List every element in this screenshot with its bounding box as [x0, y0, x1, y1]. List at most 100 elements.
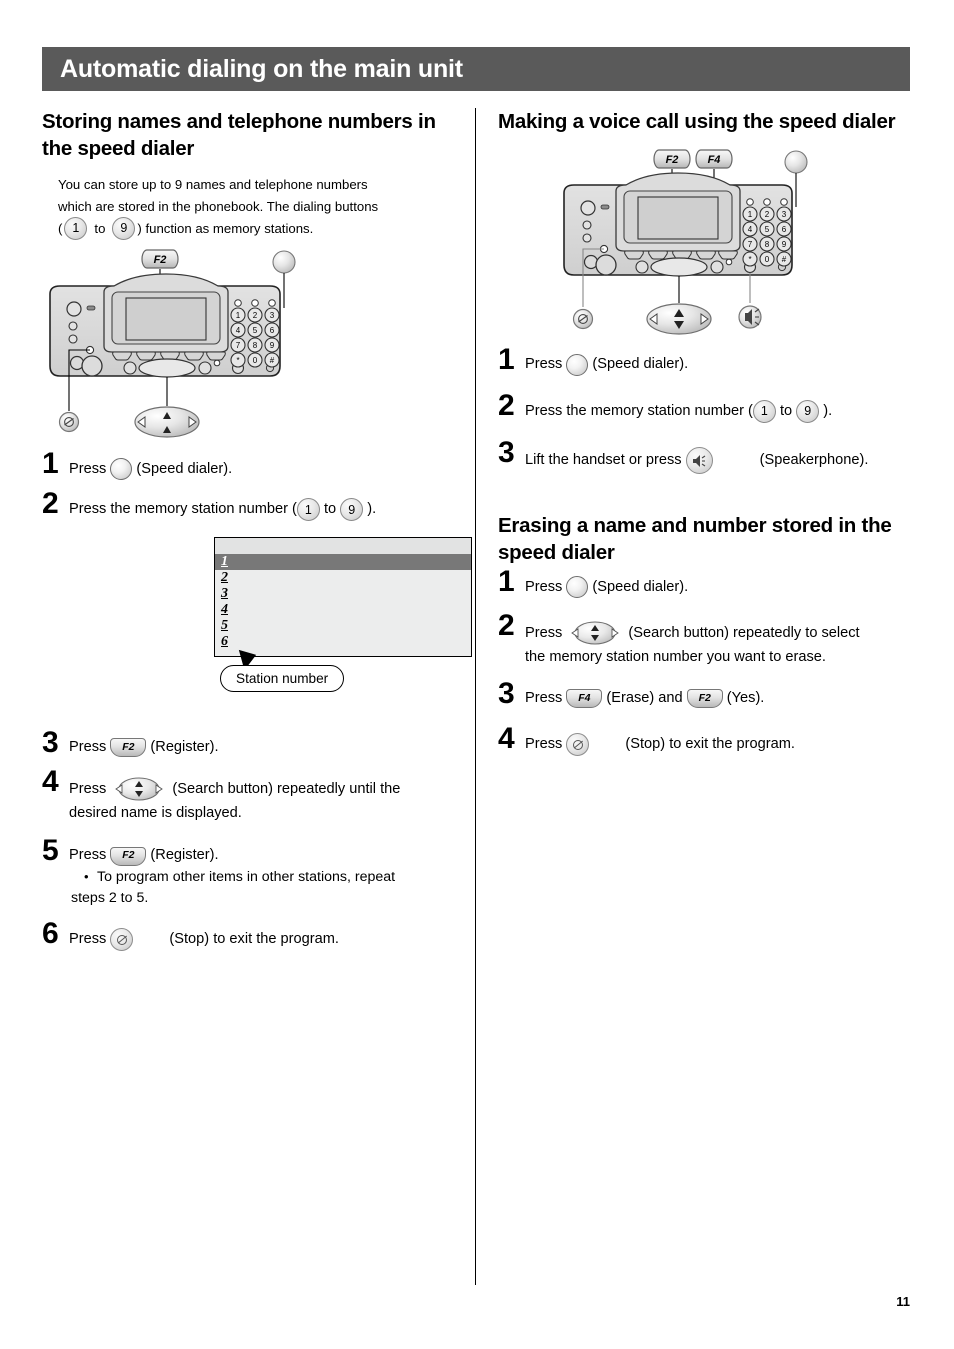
left-step-5-note-line2: steps 2 to 5. — [71, 889, 149, 906]
left-step-2-mid: to — [319, 501, 341, 518]
right-s2-step-4-post: (Stop) to exit the program. — [621, 736, 795, 753]
indicator-lamp-2 — [68, 334, 78, 344]
right-s2-step-1: 1 Press (Speed dialer). — [498, 567, 918, 599]
left-step-5: 5 Press F2 (Register). To program other … — [42, 836, 462, 908]
right-section2-heading: Erasing a name and number stored in the … — [498, 514, 892, 565]
svg-text:5: 5 — [253, 326, 258, 335]
dial-key-1-icon: 1 — [64, 217, 88, 241]
svg-text:2: 2 — [253, 311, 258, 320]
left-step-5-pre: Press — [69, 847, 111, 864]
stop-key-icon — [110, 928, 134, 952]
fax-machine-figure-left: F2 1 2 3 4 5 6 7 8 9 * 0 # — [42, 246, 462, 456]
left-step-5-post: (Register). — [146, 847, 219, 864]
svg-text:F2: F2 — [666, 154, 679, 166]
numeric-keypad: 1 2 3 4 5 6 7 8 9 * 0 # — [230, 299, 280, 368]
figure-search-callout — [646, 303, 712, 335]
right-s2-step-3-mid: (Erase) and — [602, 690, 687, 707]
right-s2-step-3: 3 Press F4 (Erase) and F2 (Yes). — [498, 679, 918, 709]
column-divider — [475, 108, 476, 1285]
left-step-4-number: 4 — [42, 765, 59, 799]
svg-text:6: 6 — [782, 225, 787, 234]
intro-paragraph: You can store up to 9 names and telephon… — [58, 174, 450, 241]
svg-text:9: 9 — [782, 240, 787, 249]
left-step-2-number: 2 — [42, 487, 59, 521]
svg-text:4: 4 — [748, 225, 753, 234]
body-button-right — [198, 361, 212, 375]
figure-key-f4-callout: F4 — [695, 149, 733, 169]
right-s1-step-1-body: Press (Speed dialer). — [525, 352, 918, 377]
lcd-row-3: 3 — [215, 586, 471, 602]
numeric-keypad: 1 2 3 4 5 6 7 8 9 * 0 # — [742, 198, 792, 267]
left-step-4-cont: desired name is displayed. — [69, 805, 242, 822]
left-step-3-body: Press F2 (Register). — [69, 735, 462, 758]
right-s1-step-2: 2 Press the memory station number ( 1 to… — [498, 391, 918, 424]
lcd-screen — [637, 196, 719, 240]
right-s2-step-2-cont: the memory station number you want to er… — [525, 649, 826, 666]
lcd-row-2-number: 2 — [221, 570, 228, 586]
left-step-1: 1 Press (Speed dialer). — [42, 449, 462, 481]
right-s2-step-1-post: (Speed dialer). — [588, 578, 689, 595]
lcd-row-6-number: 6 — [221, 634, 228, 650]
body-button-left — [635, 260, 649, 274]
right-s2-step-3-post: (Yes). — [722, 690, 765, 707]
station-number-callout: Station number — [220, 665, 345, 693]
svg-text:0: 0 — [765, 255, 770, 264]
left-step-2-body: Press the memory station number ( 1 to 9… — [69, 496, 462, 522]
dial-key-9-icon: 9 — [796, 400, 820, 424]
intro-paren-close: ) function as memory stations. — [137, 220, 314, 236]
svg-text:7: 7 — [236, 341, 241, 350]
left-step-6-number: 6 — [42, 917, 59, 951]
svg-text:#: # — [782, 255, 787, 264]
svg-text:2: 2 — [765, 210, 770, 219]
lcd-row-5-number: 5 — [221, 618, 228, 634]
left-step-3: 3 Press F2 (Register). — [42, 728, 462, 758]
f4-key-icon: F4 — [566, 689, 603, 709]
speakerphone-key-icon — [685, 447, 713, 475]
nav-oval-on-body — [138, 358, 196, 378]
right-s1-step-3-pre: Lift the handset or press — [525, 451, 686, 468]
body-lamp-right — [213, 359, 221, 367]
figure-search-callout — [134, 406, 200, 438]
left-section-heading: Storing names and telephone numbers in t… — [42, 110, 436, 161]
right-s2-step-2-post: (Search button) repeatedly to select — [624, 624, 860, 641]
right-s2-step-2-body: Press (Search button) repeatedly to sele… — [525, 618, 918, 668]
indicator-bar — [600, 204, 610, 210]
body-button-left — [123, 361, 137, 375]
svg-text:5: 5 — [765, 225, 770, 234]
body-lamp-right — [725, 258, 733, 266]
right-s1-step-1-number: 1 — [498, 343, 515, 377]
speed-dialer-key-icon — [110, 458, 133, 481]
right-s2-step-4: 4 Press (Stop) to exit the program. — [498, 724, 918, 757]
right-s2-step-1-pre: Press — [525, 578, 567, 595]
right-s1-step-3-post: (Speakerphone). — [755, 451, 869, 468]
right-s1-step-3-number: 3 — [498, 436, 515, 470]
dial-key-1-icon: 1 — [296, 498, 320, 522]
indicator-lamp-2 — [582, 233, 592, 243]
stop-key-icon — [566, 733, 590, 757]
right-s2-step-4-pre: Press — [525, 736, 567, 753]
svg-text:6: 6 — [270, 326, 275, 335]
search-button-key-icon — [110, 776, 168, 802]
left-step-1-body: Press (Speed dialer). — [69, 456, 462, 481]
right-s1-step-3: 3 Lift the handset or press (Speakerphon… — [498, 438, 918, 475]
right-s1-step-1-pre: Press — [525, 356, 567, 373]
right-column: Making a voice call using the speed dial… — [498, 108, 918, 772]
station-number-display-figure: 1 2 3 4 5 6 Station number — [214, 537, 472, 693]
left-step-5-body: Press F2 (Register). To program other it… — [69, 843, 462, 908]
left-step-3-pre: Press — [69, 739, 111, 756]
right-s2-step-4-body: Press (Stop) to exit the program. — [525, 731, 918, 757]
svg-text:9: 9 — [270, 341, 275, 350]
right-section1-heading: Making a voice call using the speed dial… — [498, 110, 896, 133]
lcd-row-6: 6 — [215, 634, 471, 650]
left-step-6-body: Press (Stop) to exit the program. — [69, 926, 462, 952]
right-s1-step-3-body: Lift the handset or press (Speakerphone)… — [525, 445, 918, 475]
lcd-top-band — [215, 538, 471, 555]
right-s2-step-2: 2 Press (Search button) repeatedly to se… — [498, 611, 918, 668]
left-step-6: 6 Press (Stop) to exit the program. — [42, 919, 462, 952]
left-step-4-pre: Press — [69, 780, 111, 797]
right-s1-step-2-number: 2 — [498, 389, 515, 423]
svg-text:0: 0 — [253, 356, 258, 365]
lcd-row-5: 5 — [215, 618, 471, 634]
intro-line-3: ( 1 to 9 ) function as memory stations. — [58, 217, 314, 241]
lcd-screen — [125, 297, 207, 341]
